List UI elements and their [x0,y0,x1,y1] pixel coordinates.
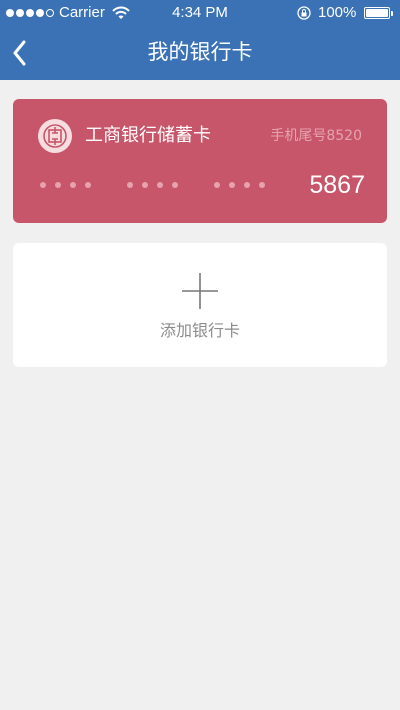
add-bank-card-label: 添加银行卡 [159,321,240,340]
battery-icon [364,7,390,19]
plus-icon [182,273,218,309]
status-bar: Carrier 4:34 PM 100% [0,0,400,26]
header: Carrier 4:34 PM 100% 我的银行卡 [0,0,400,80]
phone-tail-number: 手机尾号8520 [270,128,362,144]
bank-name: 工商银行储蓄卡 [85,125,211,146]
bank-card[interactable]: 工商银行储蓄卡 手机尾号8520 5867 [13,99,387,223]
battery-percentage: 100% [318,4,357,21]
battery-cap [391,11,393,16]
page-title: 我的银行卡 [147,40,253,64]
masked-digits [127,182,178,188]
masked-digits [40,182,91,188]
add-bank-card-button[interactable]: 添加银行卡 [13,243,387,367]
masked-digits [214,182,265,188]
icbc-logo-icon [38,119,72,153]
card-last-four: 5867 [309,171,365,199]
orientation-lock-icon [297,6,311,20]
